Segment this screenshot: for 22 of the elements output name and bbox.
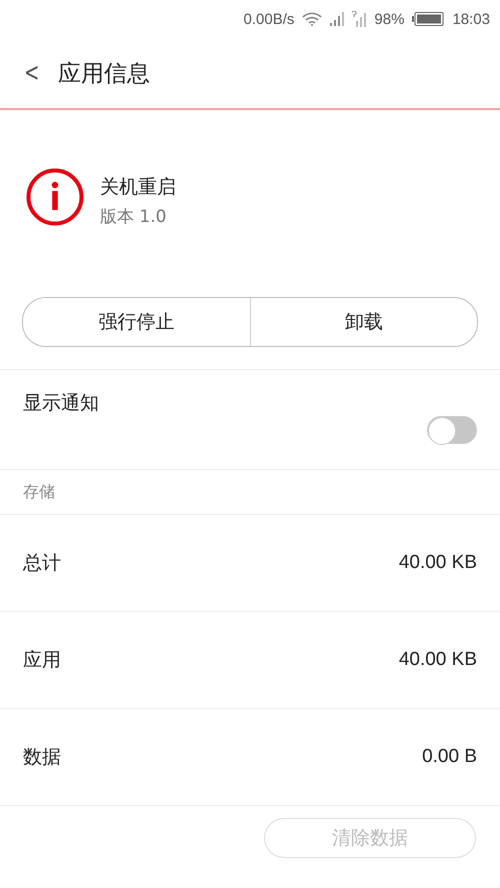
storage-value: 40.00 KB	[398, 552, 477, 574]
storage-label: 应用	[23, 648, 61, 673]
battery-icon	[412, 12, 444, 26]
network-speed: 0.00B/s	[244, 10, 294, 28]
setting-label: 显示通知	[23, 391, 99, 416]
storage-label: 总计	[23, 551, 61, 576]
storage-value: 40.00 KB	[398, 649, 477, 671]
signal-icon	[330, 12, 344, 26]
clock: 18:03	[452, 10, 490, 28]
battery-percent: 98%	[374, 10, 404, 28]
back-button[interactable]: <	[8, 58, 50, 88]
section-heading: 存储	[23, 482, 55, 502]
page-title: 应用信息	[58, 60, 150, 88]
info-icon	[26, 168, 84, 226]
notification-toggle[interactable]	[427, 416, 477, 444]
app-name: 关机重启	[100, 175, 176, 200]
app-version: 版本 1.0	[100, 206, 168, 228]
wifi-icon	[302, 12, 322, 26]
storage-label: 数据	[23, 745, 61, 770]
signal-icon	[352, 11, 366, 27]
storage-value: 0.00 B	[422, 746, 477, 768]
uninstall-button[interactable]: 卸载	[250, 298, 477, 346]
